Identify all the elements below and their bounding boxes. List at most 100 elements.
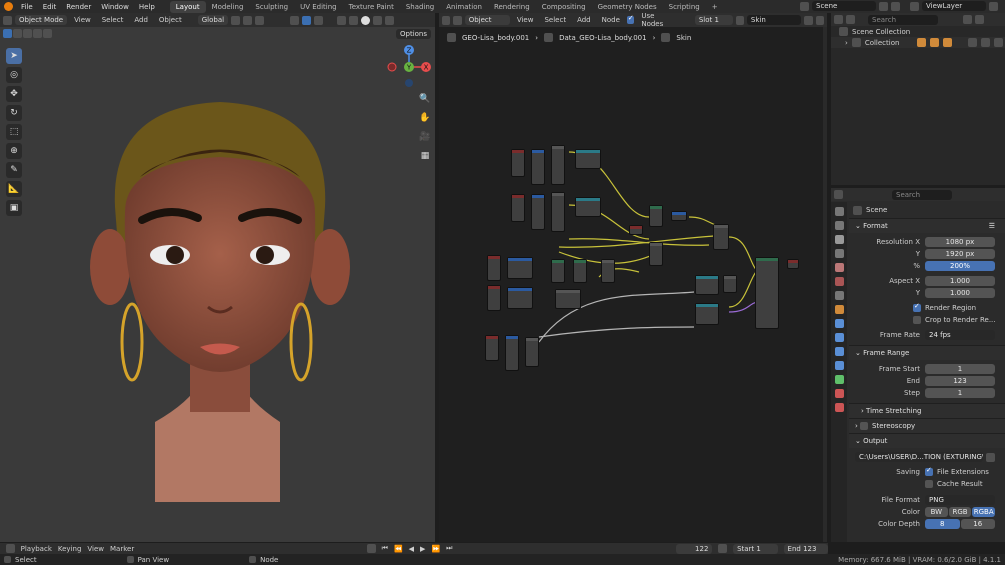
fake-user-icon[interactable] — [804, 15, 813, 25]
node[interactable] — [555, 289, 581, 309]
select-subtract-icon[interactable] — [23, 29, 32, 38]
shader-type-icon[interactable] — [453, 15, 462, 25]
node[interactable] — [649, 242, 663, 266]
crop-region-row[interactable]: Crop to Render Re... — [849, 314, 1005, 326]
zoom-icon[interactable]: 🔍 — [417, 91, 433, 107]
display-mode-icon[interactable] — [846, 15, 855, 24]
outliner-search-input[interactable]: Search — [868, 14, 938, 25]
transform-orientation-dropdown[interactable]: Global — [197, 15, 229, 25]
tab-compositing[interactable]: Compositing — [536, 1, 592, 13]
play-reverse-icon[interactable]: ◀ — [409, 545, 414, 553]
properties-search-input[interactable]: Search — [892, 189, 952, 200]
aspect-x-field[interactable]: 1.000 — [925, 276, 995, 286]
node-editor[interactable]: GEO-Lisa_body.001 › Data_GEO-Lisa_body.0… — [439, 27, 827, 542]
cursor-tool-icon[interactable]: ◎ — [6, 67, 22, 83]
depth-8-button[interactable]: 8 — [925, 519, 960, 529]
navigation-gizmo[interactable]: X Y Z — [385, 42, 433, 90]
file-format-dropdown[interactable]: PNG — [925, 495, 995, 505]
tab-scripting[interactable]: Scripting — [663, 1, 706, 13]
scene-collection-row[interactable]: Scene Collection — [831, 26, 1005, 37]
constraints-tab-icon[interactable] — [834, 361, 844, 370]
start-frame-field[interactable]: Start 1 — [733, 543, 778, 554]
tab-layout[interactable]: Layout — [169, 0, 206, 13]
node[interactable] — [787, 259, 799, 269]
frame-step-field[interactable]: 1 — [925, 388, 995, 398]
node[interactable] — [507, 257, 533, 279]
menu-window[interactable]: Window — [96, 3, 134, 11]
scrollbar[interactable] — [823, 27, 827, 542]
jump-key-back-icon[interactable]: ⏪ — [394, 545, 403, 553]
timeline-menu-view[interactable]: View — [87, 545, 104, 553]
shading-material-icon[interactable] — [373, 15, 383, 25]
node[interactable] — [723, 275, 737, 293]
overlay-icon[interactable] — [314, 15, 324, 25]
jump-key-forward-icon[interactable]: ⏩ — [431, 545, 440, 553]
delete-scene-icon[interactable] — [891, 1, 900, 11]
camera-icon[interactable] — [994, 38, 1004, 47]
node[interactable] — [551, 145, 565, 185]
presets-icon[interactable]: ☰ — [989, 222, 995, 230]
record-icon[interactable] — [366, 544, 376, 553]
mesh-icon[interactable] — [930, 38, 940, 47]
folder-icon[interactable] — [986, 452, 995, 462]
use-nodes-checkbox[interactable] — [626, 14, 635, 24]
output-tab-icon[interactable] — [834, 235, 844, 244]
node-editor-type-icon[interactable] — [442, 15, 451, 25]
collection-tab-icon[interactable] — [834, 291, 844, 300]
armature-icon[interactable] — [917, 38, 927, 47]
timeline-menu-keying[interactable]: Keying — [58, 545, 82, 553]
object-tab-icon[interactable] — [834, 305, 844, 314]
rotate-tool-icon[interactable]: ↻ — [6, 105, 22, 121]
node[interactable] — [695, 303, 719, 325]
time-stretching-panel-header[interactable]: › Time Stretching — [849, 403, 1005, 418]
node[interactable] — [551, 259, 565, 283]
add-cube-tool-icon[interactable]: ▣ — [6, 200, 22, 216]
format-panel-header[interactable]: ⌄ Format ☰ — [849, 218, 1005, 233]
add-workspace-button[interactable]: + — [706, 1, 724, 13]
gizmo-toggle-icon[interactable] — [302, 15, 312, 25]
new-scene-icon[interactable] — [879, 1, 888, 11]
node[interactable] — [575, 197, 601, 217]
properties-type-icon[interactable] — [834, 190, 843, 199]
cache-result-checkbox[interactable] — [925, 480, 933, 488]
node[interactable] — [531, 194, 545, 230]
character-model[interactable] — [80, 72, 360, 532]
node[interactable] — [507, 287, 533, 309]
play-icon[interactable]: ▶ — [420, 545, 425, 553]
menu-edit[interactable]: Edit — [38, 3, 62, 11]
jump-start-icon[interactable]: ⏮ — [382, 544, 388, 553]
node[interactable] — [695, 275, 719, 295]
tab-shading[interactable]: Shading — [400, 1, 440, 13]
node[interactable] — [713, 224, 729, 250]
editor-type-icon[interactable] — [3, 15, 12, 25]
3d-viewport[interactable]: Options ➤ ◎ ✥ ↻ ⬚ ⊕ ✎ 📐 ▣ X Y Z 🔍 ✋ 🎥 ▦ — [0, 27, 435, 542]
tab-geometry-nodes[interactable]: Geometry Nodes — [592, 1, 663, 13]
physics-tab-icon[interactable] — [834, 347, 844, 356]
object-icon[interactable] — [943, 38, 953, 47]
node[interactable] — [629, 225, 643, 235]
tab-modeling[interactable]: Modeling — [206, 1, 250, 13]
tab-animation[interactable]: Animation — [440, 1, 488, 13]
proportional-edit-icon[interactable] — [255, 15, 265, 25]
frame-start-field[interactable]: 1 — [925, 364, 995, 374]
snap-icon[interactable] — [243, 15, 253, 25]
jump-end-icon[interactable]: ⏭ — [446, 544, 452, 553]
world-tab-icon[interactable] — [834, 277, 844, 286]
new-view-layer-icon[interactable] — [989, 1, 998, 11]
expand-arrow-icon[interactable]: › — [845, 39, 848, 47]
pivot-icon[interactable] — [231, 15, 241, 25]
node[interactable] — [531, 149, 545, 185]
options-dropdown[interactable]: Options — [396, 29, 432, 39]
menu-render[interactable]: Render — [61, 3, 96, 11]
pan-hand-icon[interactable]: ✋ — [417, 110, 433, 126]
color-rgba-button[interactable]: RGBA — [972, 507, 996, 517]
frame-rate-dropdown[interactable]: 24 fps — [925, 330, 995, 340]
depth-16-button[interactable]: 16 — [960, 519, 995, 529]
file-extensions-checkbox[interactable] — [925, 466, 933, 476]
frame-end-field[interactable]: 123 — [925, 376, 995, 386]
collection-row[interactable]: › Collection — [831, 37, 1005, 48]
node[interactable] — [551, 192, 565, 232]
viewport-menu-add[interactable]: Add — [130, 16, 152, 24]
data-tab-icon[interactable] — [834, 375, 844, 384]
select-intersect-icon[interactable] — [43, 29, 52, 38]
